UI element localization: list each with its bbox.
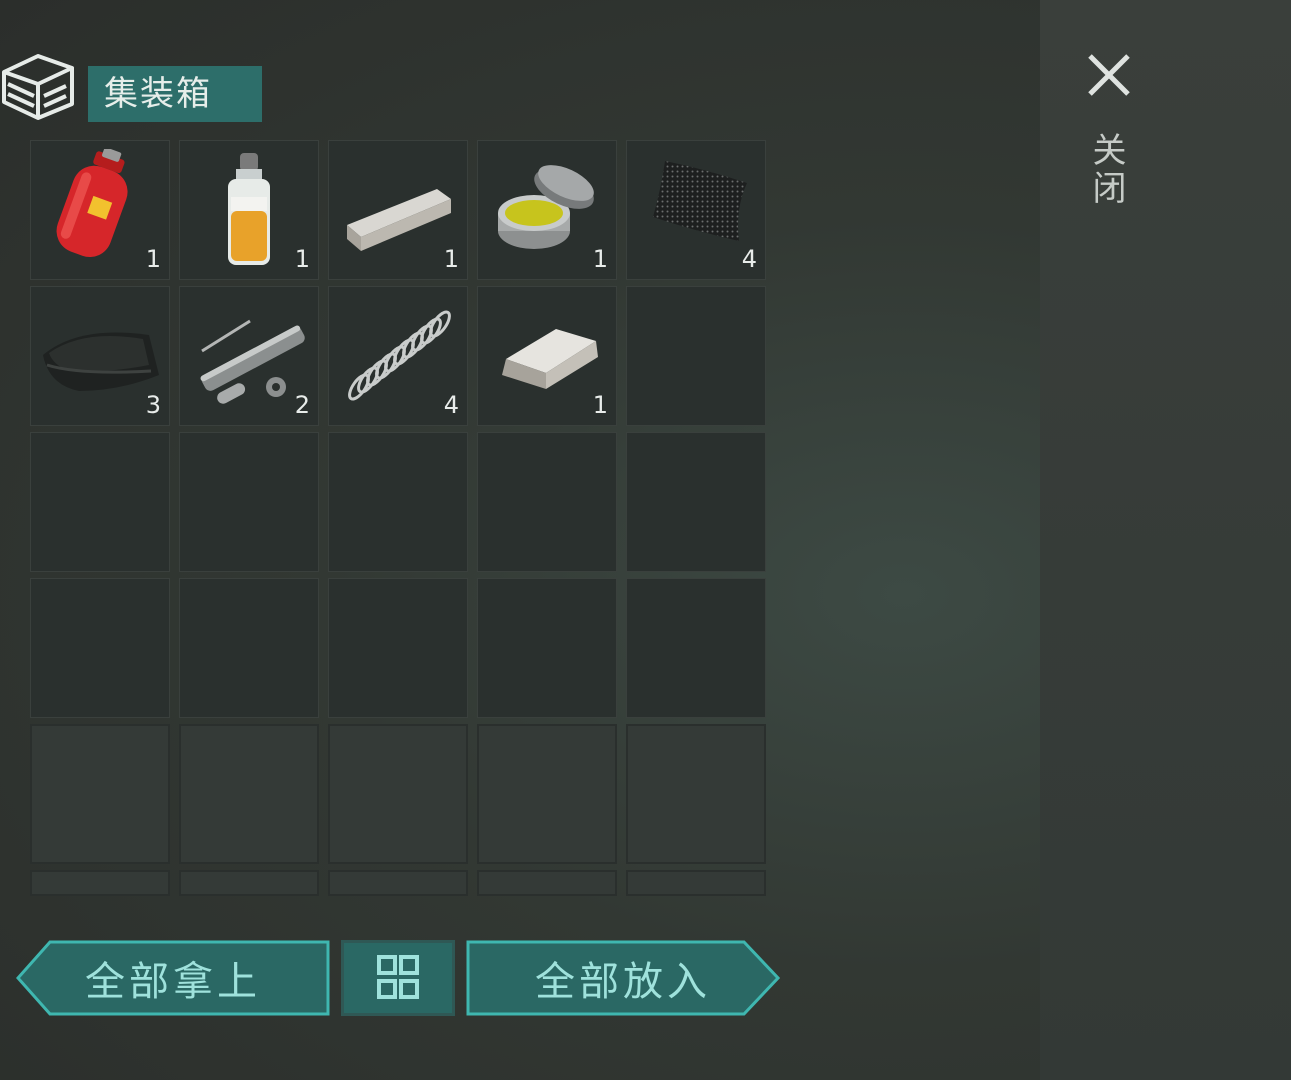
close-x-icon[interactable] (1080, 46, 1138, 104)
inventory-slot[interactable]: 1 (477, 286, 617, 426)
item-quantity: 4 (443, 391, 459, 419)
inventory-slot-locked (30, 724, 170, 864)
inventory-slot-empty[interactable] (626, 432, 766, 572)
inventory-slot[interactable]: 1 (179, 140, 319, 280)
inventory-slot-empty[interactable] (477, 432, 617, 572)
right-panel (1040, 0, 1291, 1080)
pistol-parts-icon (200, 319, 305, 404)
inventory-slot-empty[interactable] (477, 578, 617, 718)
gas-canister-icon (56, 149, 128, 258)
inventory-slot-locked (477, 724, 617, 864)
take-all-label: 全部拿上 (85, 959, 261, 1005)
inventory-grid: 1 1 1 1 4 3 2 4 1 (30, 140, 766, 1010)
inventory-slot-locked (30, 870, 170, 896)
box-stack-icon (2, 54, 74, 120)
item-quantity: 1 (443, 245, 459, 273)
inventory-slot-locked (179, 724, 319, 864)
sort-button[interactable] (341, 940, 455, 1016)
item-quantity: 1 (145, 245, 161, 273)
ointment-tin-icon (498, 165, 594, 249)
item-quantity: 3 (145, 391, 161, 419)
inventory-slot-empty[interactable] (328, 432, 468, 572)
inventory-slot[interactable]: 1 (30, 140, 170, 280)
inventory-slot[interactable]: 4 (626, 140, 766, 280)
grid-sort-icon (377, 955, 419, 999)
inventory-slot[interactable]: 4 (328, 286, 468, 426)
take-all-button[interactable]: 全部拿上 (16, 940, 330, 1016)
inventory-slot-empty[interactable] (30, 432, 170, 572)
item-quantity: 1 (294, 245, 310, 273)
inventory-slot[interactable]: 1 (328, 140, 468, 280)
silver-ingot-icon (502, 329, 598, 389)
put-all-label: 全部放入 (535, 959, 711, 1005)
inventory-slot-empty[interactable] (179, 432, 319, 572)
liquid-bottle-icon (228, 153, 270, 265)
inventory-slot-empty[interactable] (328, 578, 468, 718)
spring-icon (348, 310, 451, 401)
mesh-fabric-icon (653, 161, 747, 241)
item-quantity: 1 (592, 245, 608, 273)
inventory-slot-locked (328, 870, 468, 896)
inventory-slot-empty[interactable] (626, 286, 766, 426)
item-quantity: 1 (592, 391, 608, 419)
close-button[interactable] (1080, 46, 1138, 104)
metal-bar-icon (347, 189, 451, 251)
item-quantity: 2 (294, 391, 310, 419)
inventory-slot-locked (626, 870, 766, 896)
inventory-slot-locked (179, 870, 319, 896)
inventory-slot[interactable]: 1 (477, 140, 617, 280)
inventory-slot-locked (626, 724, 766, 864)
folded-cloth-icon (43, 332, 159, 391)
close-label[interactable]: 关闭 (1086, 132, 1131, 208)
inventory-slot-empty[interactable] (179, 578, 319, 718)
container-title: 集装箱 (88, 66, 262, 122)
item-quantity: 4 (741, 245, 757, 273)
put-all-button[interactable]: 全部放入 (466, 940, 780, 1016)
inventory-slot-locked (328, 724, 468, 864)
inventory-slot[interactable]: 3 (30, 286, 170, 426)
inventory-slot-locked (477, 870, 617, 896)
inventory-slot-empty[interactable] (626, 578, 766, 718)
inventory-slot[interactable]: 2 (179, 286, 319, 426)
inventory-slot-empty[interactable] (30, 578, 170, 718)
